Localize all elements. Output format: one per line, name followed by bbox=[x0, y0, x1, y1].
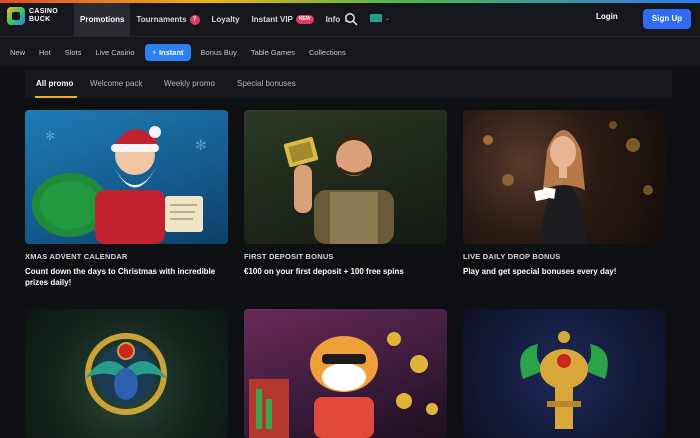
card-tag: FIRST DEPOSIT BONUS bbox=[244, 252, 334, 261]
logo[interactable]: CASINO BUCK bbox=[7, 7, 58, 25]
nav-tournaments[interactable]: Tournaments 7 bbox=[130, 3, 205, 36]
signup-button[interactable]: Sign Up bbox=[643, 9, 691, 29]
explorer-illustration bbox=[283, 133, 394, 244]
promo-tabs: All promo Welcome pack Weekly promo Spec… bbox=[25, 70, 672, 98]
tab-special-bonuses[interactable]: Special bonuses bbox=[237, 79, 296, 88]
first-deposit-bonus-image[interactable] bbox=[244, 110, 447, 244]
logo-mark-icon bbox=[7, 7, 25, 25]
tab-all-promo[interactable]: All promo bbox=[36, 79, 73, 88]
scarab-amulet-illustration bbox=[85, 333, 167, 415]
top-bar: CASINO BUCK Promotions Tournaments 7 Loya… bbox=[0, 3, 700, 36]
promo-card-image[interactable] bbox=[244, 309, 447, 438]
login-button[interactable]: Login bbox=[596, 12, 618, 21]
chevron-down-icon: ⌄ bbox=[385, 15, 391, 22]
category-nav: New Hot Slots Live Casino ⚡ Instant Bonu… bbox=[0, 36, 700, 66]
logo-text: CASINO BUCK bbox=[29, 8, 59, 23]
nav-loyalty[interactable]: Loyalty bbox=[206, 3, 246, 36]
card-title[interactable]: Count down the days to Christmas with in… bbox=[25, 266, 225, 288]
svg-text:✻: ✻ bbox=[45, 129, 55, 143]
language-selector[interactable]: ⌄ bbox=[370, 14, 390, 22]
xmas-advent-calendar-image[interactable]: ✻ ✻ ✻ bbox=[25, 110, 228, 244]
santa-illustration: ✻ ✻ ✻ bbox=[32, 126, 207, 244]
category-slots[interactable]: Slots bbox=[65, 48, 82, 57]
nav-instant-vip[interactable]: Instant VIP NEW bbox=[246, 3, 320, 36]
lightning-icon: ⚡ bbox=[151, 48, 157, 57]
search-icon[interactable] bbox=[344, 12, 358, 26]
card-title[interactable]: €100 on your first deposit + 100 free sp… bbox=[244, 266, 444, 277]
category-hot[interactable]: Hot bbox=[39, 48, 51, 57]
tiger-illustration bbox=[249, 332, 438, 438]
category-bonus-buy[interactable]: Bonus Buy bbox=[201, 48, 237, 57]
card-title[interactable]: Play and get special bonuses every day! bbox=[463, 266, 663, 277]
category-new[interactable]: New bbox=[10, 48, 25, 57]
dealer-illustration bbox=[483, 121, 653, 244]
svg-text:✻: ✻ bbox=[195, 137, 207, 153]
tab-welcome-pack[interactable]: Welcome pack bbox=[90, 79, 142, 88]
category-collections[interactable]: Collections bbox=[309, 48, 346, 57]
card-tag: LIVE DAILY DROP BONUS bbox=[463, 252, 561, 261]
main-nav: Promotions Tournaments 7 Loyalty Instant … bbox=[74, 3, 355, 36]
live-daily-drop-bonus-image[interactable] bbox=[463, 110, 666, 244]
category-table-games[interactable]: Table Games bbox=[251, 48, 295, 57]
active-tab-indicator bbox=[35, 96, 77, 98]
promo-card-image[interactable] bbox=[25, 309, 228, 438]
new-badge: NEW bbox=[295, 15, 314, 24]
tab-weekly-promo[interactable]: Weekly promo bbox=[164, 79, 215, 88]
promo-card-image[interactable] bbox=[463, 309, 666, 438]
flag-icon bbox=[370, 14, 382, 22]
egyptian-serpent-illustration bbox=[520, 331, 608, 429]
category-live-casino[interactable]: Live Casino bbox=[95, 48, 134, 57]
nav-promotions[interactable]: Promotions bbox=[74, 3, 131, 36]
tournaments-count-badge: 7 bbox=[189, 14, 200, 25]
category-instant[interactable]: ⚡ Instant bbox=[144, 44, 191, 61]
card-tag: XMAS ADVENT CALENDAR bbox=[25, 252, 128, 261]
